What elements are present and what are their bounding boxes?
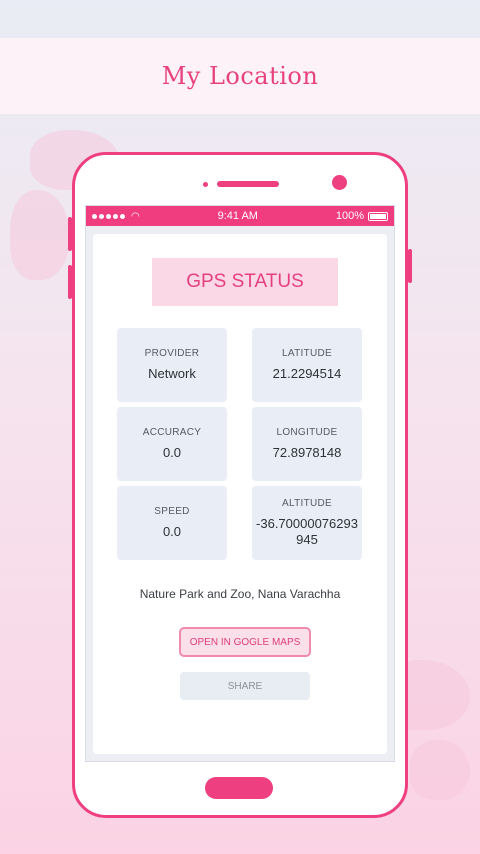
open-in-google-maps-button[interactable]: OPEN IN GOGLE MAPS [179, 627, 311, 657]
phone-side-button [68, 265, 72, 299]
tile-label: ALTITUDE [282, 498, 332, 509]
tile-value: 0.0 [162, 445, 182, 460]
sensor-dot [203, 182, 208, 187]
tile-label: ACCURACY [142, 427, 202, 438]
tile-label: SPEED [154, 506, 190, 517]
share-button[interactable]: SHARE [180, 672, 310, 700]
speed-tile: SPEED 0.0 [117, 486, 227, 560]
wifi-icon: ◠ [131, 210, 140, 222]
accuracy-tile: ACCURACY 0.0 [117, 407, 227, 481]
tile-label: PROVIDER [144, 348, 200, 359]
tile-label: LONGITUDE [276, 427, 338, 438]
status-time: 9:41 AM [217, 210, 258, 222]
tile-value: 21.2294514 [272, 366, 342, 381]
page-title: My Location [161, 62, 319, 90]
battery-percent: 100% [335, 210, 364, 222]
status-bar: ◠ 9:41 AM 100% [86, 206, 394, 226]
camera-icon [332, 175, 347, 190]
map-background-shape [10, 190, 70, 280]
address-text: Nature Park and Zoo, Nana Varachha [139, 587, 341, 601]
tile-value: 72.8978148 [272, 445, 342, 460]
phone-speaker [217, 181, 279, 187]
tile-value: 0.0 [162, 524, 182, 539]
gps-status-button[interactable]: GPS STATUS [152, 258, 338, 306]
tile-value: -36.70000076293945 [256, 516, 358, 547]
phone-side-button [408, 249, 412, 283]
provider-tile: PROVIDER Network [117, 328, 227, 402]
altitude-tile: ALTITUDE -36.70000076293945 [252, 486, 362, 560]
phone-side-button [68, 217, 72, 251]
map-background-shape [410, 740, 470, 800]
home-button[interactable] [205, 777, 273, 799]
longitude-tile: LONGITUDE 72.8978148 [252, 407, 362, 481]
latitude-tile: LATITUDE 21.2294514 [252, 328, 362, 402]
phone-frame: ◠ 9:41 AM 100% GPS STATUS PROVIDER Netwo… [68, 152, 412, 818]
phone-screen: ◠ 9:41 AM 100% GPS STATUS PROVIDER Netwo… [85, 205, 395, 762]
gps-card: GPS STATUS PROVIDER Network LATITUDE 21.… [93, 234, 387, 754]
tile-label: LATITUDE [282, 348, 332, 359]
header-bar: My Location [0, 38, 480, 114]
tile-value: Network [148, 366, 196, 381]
battery-icon [367, 211, 388, 221]
signal-icon: ◠ [92, 211, 140, 222]
